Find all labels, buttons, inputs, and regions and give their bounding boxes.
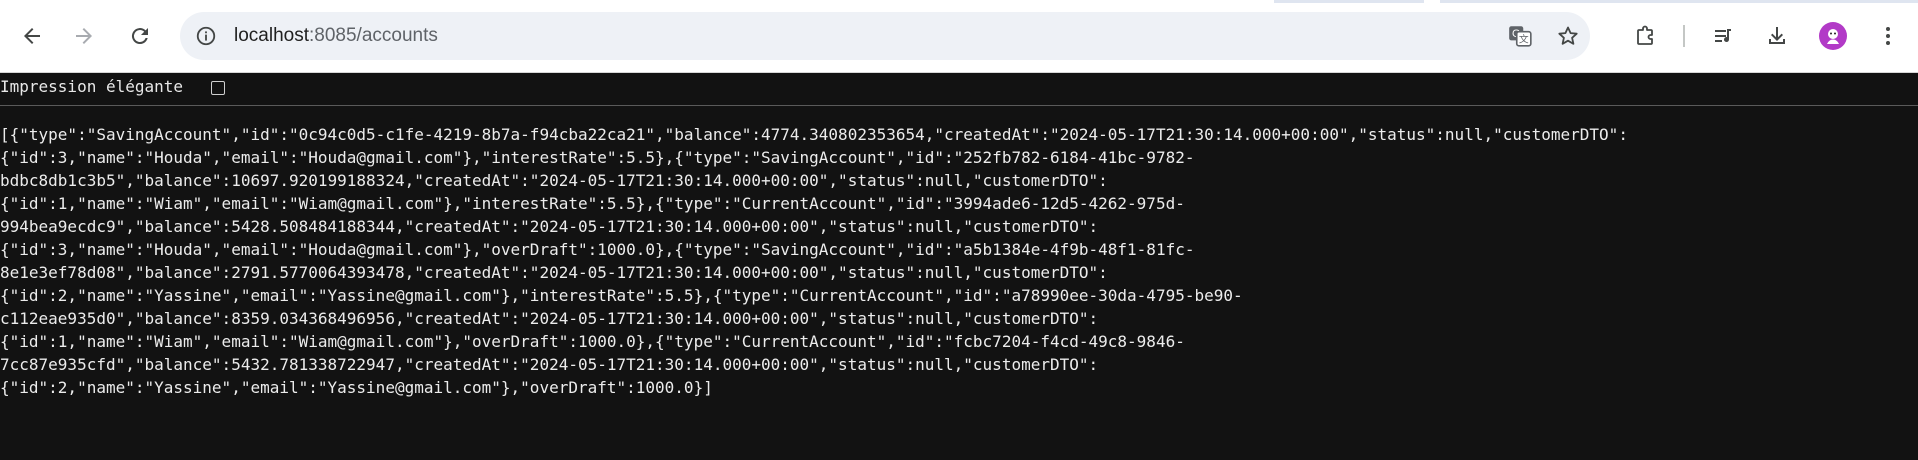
json-line: 994bea9ecdc9","balance":5428.50848418834… xyxy=(0,217,1099,236)
json-line: 7cc87e935cfd","balance":5432.78133872294… xyxy=(0,355,1099,374)
json-line: bdbc8db1c3b5","balance":10697.9201991883… xyxy=(0,171,1108,190)
arrow-forward-icon xyxy=(76,28,92,44)
address-bar[interactable]: localhost:8085/accounts G文 xyxy=(180,12,1590,60)
pretty-print-checkbox[interactable] xyxy=(211,81,225,95)
json-viewer-toolbar: Impression élégante xyxy=(0,73,1918,106)
media-queue-icon[interactable] xyxy=(1706,18,1742,54)
pretty-print-label: Impression élégante xyxy=(0,77,184,96)
profile-avatar-icon xyxy=(1819,22,1847,50)
json-line: [{"type":"SavingAccount","id":"0c94c0d5-… xyxy=(0,125,1628,144)
browser-toolbar: localhost:8085/accounts G文 xyxy=(0,0,1918,73)
json-response-body: [{"type":"SavingAccount","id":"0c94c0d5-… xyxy=(0,123,1918,399)
json-line: {"id":3,"name":"Houda","email":"Houda@gm… xyxy=(0,240,1195,259)
json-line: {"id":1,"name":"Wiam","email":"Wiam@gmai… xyxy=(0,332,1185,351)
kebab-menu-icon[interactable] xyxy=(1870,18,1906,54)
json-line: 8e1e3ef78d08","balance":2791.57700643934… xyxy=(0,263,1108,282)
json-line: {"id":2,"name":"Yassine","email":"Yassin… xyxy=(0,378,713,397)
json-line: {"id":2,"name":"Yassine","email":"Yassin… xyxy=(0,286,1243,305)
reload-icon xyxy=(131,28,148,45)
forward-button[interactable] xyxy=(66,18,102,54)
puzzle-icon[interactable] xyxy=(1628,18,1664,54)
json-line: c112eae935d0","balance":8359.03436849695… xyxy=(0,309,1099,328)
reload-button[interactable] xyxy=(122,18,158,54)
json-line: {"id":1,"name":"Wiam","email":"Wiam@gmai… xyxy=(0,194,1185,213)
toolbar-separator xyxy=(1683,25,1685,47)
arrow-back-icon xyxy=(24,28,40,44)
site-info-icon[interactable] xyxy=(194,24,218,48)
url-host: localhost xyxy=(234,25,309,46)
back-button[interactable] xyxy=(14,18,50,54)
translate-icon[interactable]: G文 xyxy=(1506,22,1534,50)
tab-strip-edge xyxy=(1440,0,1918,3)
profile-avatar-button[interactable] xyxy=(1815,18,1851,54)
download-icon[interactable] xyxy=(1759,18,1795,54)
star-icon[interactable] xyxy=(1554,22,1582,50)
json-line: {"id":3,"name":"Houda","email":"Houda@gm… xyxy=(0,148,1195,167)
url-path: :8085/accounts xyxy=(309,25,438,46)
tab-strip-edge xyxy=(1274,0,1424,3)
svg-text:文: 文 xyxy=(1519,33,1529,46)
url-text[interactable]: localhost:8085/accounts xyxy=(234,25,438,47)
